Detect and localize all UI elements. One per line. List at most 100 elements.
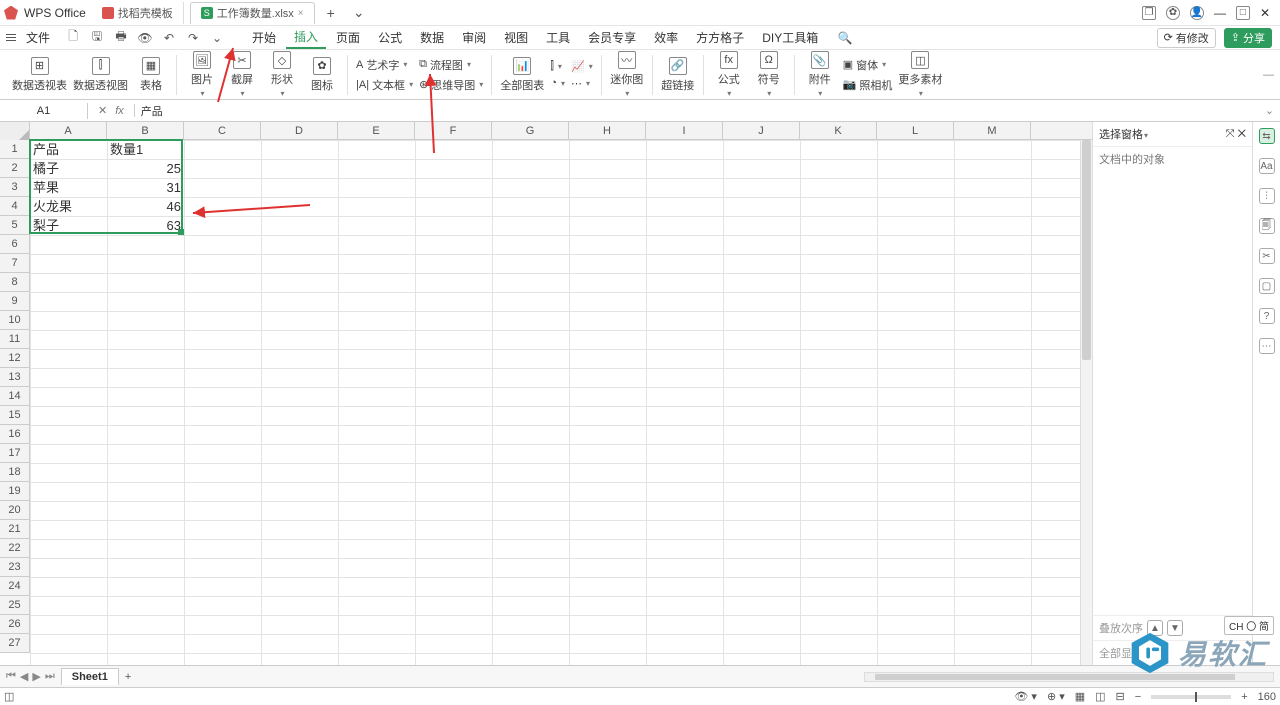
col-I[interactable]: I [646,122,723,139]
pie-chart-icon[interactable]: ◔ [550,77,565,89]
add-tab-button[interactable]: + [321,5,341,21]
object-button[interactable]: ▣ 窗体 [843,57,893,73]
help-icon[interactable]: ? [1259,308,1275,324]
flowchart-button[interactable]: ⧉ 流程图 [419,57,483,73]
row-3[interactable]: 3 [0,178,29,197]
tab-diy[interactable]: DIY工具箱 [754,27,826,48]
prev-sheet-icon[interactable]: ◀ [20,670,28,683]
row-27[interactable]: 27 [0,634,29,653]
row-15[interactable]: 15 [0,406,29,425]
tab-template[interactable]: 找稻壳模板 [92,2,184,24]
last-sheet-icon[interactable]: ⏭ [45,670,55,683]
mindmap-button[interactable]: ⊛ 思维导图 [419,77,483,93]
sparkline-button[interactable]: 〰迷你图 [610,51,644,98]
search-icon[interactable]: 🔍 [838,31,852,45]
name-box[interactable]: A1 [0,103,88,119]
first-sheet-icon[interactable]: ⏮ [6,670,16,683]
print-icon[interactable]: 🖶 [114,31,128,45]
backup-icon[interactable]: 🗐 [1259,218,1275,234]
row-24[interactable]: 24 [0,577,29,596]
file-menu[interactable]: 文件 [22,29,54,46]
panel-close-icon[interactable]: ✕ [1238,128,1246,140]
toggle-pane-icon[interactable]: ⇆ [1259,128,1275,144]
row-6[interactable]: 6 [0,235,29,254]
tab-tools[interactable]: 工具 [538,27,578,48]
tab-insert[interactable]: 插入 [286,26,326,49]
camera-button[interactable]: 📷 照相机 [843,77,893,93]
cell-A3[interactable]: 苹果 [30,178,107,197]
all-charts-button[interactable]: 📊全部图表 [500,57,544,93]
pin-icon[interactable]: ⤧ [1226,128,1235,140]
pivot-chart-button[interactable]: ⫿数据透视图 [73,57,128,93]
row-22[interactable]: 22 [0,539,29,558]
picture-button[interactable]: 🖼图片 [185,51,219,98]
row-18[interactable]: 18 [0,463,29,482]
preview-icon[interactable]: 👁 [138,31,152,45]
bookmark-icon[interactable]: ▢ [1259,278,1275,294]
tab-efficiency[interactable]: 效率 [646,27,686,48]
tab-formula[interactable]: 公式 [370,27,410,48]
theme-icon[interactable]: ⊕ ▾ [1047,690,1065,703]
more-material-button[interactable]: ◫更多素材 [898,51,942,98]
cell-B4[interactable]: 46 [107,197,184,216]
col-M[interactable]: M [954,122,1031,139]
symbol-button[interactable]: Ω符号 [752,51,786,98]
row-19[interactable]: 19 [0,482,29,501]
cell-B5[interactable]: 63 [107,216,184,235]
textbox-button[interactable]: |A| 文本框 [356,77,413,93]
equation-button[interactable]: fx公式 [712,51,746,98]
col-J[interactable]: J [723,122,800,139]
tab-dropdown-icon[interactable]: ⌄ [347,4,371,21]
row-12[interactable]: 12 [0,349,29,368]
modify-badge[interactable]: ⟳ 有修改 [1157,28,1216,48]
tab-fangfang[interactable]: 方方格子 [688,27,752,48]
row-21[interactable]: 21 [0,520,29,539]
cell-A2[interactable]: 橘子 [30,159,107,178]
row-17[interactable]: 17 [0,444,29,463]
row-14[interactable]: 14 [0,387,29,406]
screenshot-button[interactable]: ✂截屏 [225,51,259,98]
spreadsheet[interactable]: A B C D E F G H I J K L M 12345678910111… [0,122,1092,665]
panel-title[interactable]: 选择窗格 [1099,126,1148,142]
row-1[interactable]: 1 [0,140,29,159]
split-view-icon[interactable]: ⊟ [1116,690,1125,703]
row-10[interactable]: 10 [0,311,29,330]
row-20[interactable]: 20 [0,501,29,520]
col-K[interactable]: K [800,122,877,139]
style-icon[interactable]: Aa [1259,158,1275,174]
tab-close-icon[interactable]: × [298,8,304,19]
sheet-tab-1[interactable]: Sheet1 [61,668,119,685]
pivot-table-button[interactable]: ⊞数据透视表 [12,57,67,93]
close-button[interactable]: ✕ [1260,6,1270,20]
row-26[interactable]: 26 [0,615,29,634]
tab-workbook[interactable]: S 工作簿数量.xlsx × [190,2,315,24]
next-sheet-icon[interactable]: ▶ [32,670,40,683]
col-G[interactable]: G [492,122,569,139]
zoom-in-button[interactable]: + [1241,691,1247,703]
cell-B3[interactable]: 31 [107,178,184,197]
col-F[interactable]: F [415,122,492,139]
zoom-value[interactable]: 160 [1258,691,1276,703]
window-multi-icon[interactable]: ❐ [1142,6,1156,20]
zoom-out-button[interactable]: − [1135,691,1141,703]
row-11[interactable]: 11 [0,330,29,349]
vertical-scrollbar[interactable] [1080,140,1092,665]
row-9[interactable]: 9 [0,292,29,311]
row-5[interactable]: 5 [0,216,29,235]
col-B[interactable]: B [107,122,184,139]
row-16[interactable]: 16 [0,425,29,444]
discover-icon[interactable]: ✿ [1166,6,1180,20]
col-H[interactable]: H [569,122,646,139]
filter-icon[interactable]: ⫶ [1259,188,1275,204]
normal-view-icon[interactable]: ▦ [1075,690,1085,703]
row-8[interactable]: 8 [0,273,29,292]
tab-review[interactable]: 审阅 [454,27,494,48]
select-all-corner[interactable] [0,122,30,140]
tab-view[interactable]: 视图 [496,27,536,48]
new-file-icon[interactable]: 🗋 [66,31,80,45]
hamburger-icon[interactable] [4,32,18,43]
formula-input[interactable]: 产品 [135,101,1259,121]
more-icon[interactable]: ⋯ [1259,338,1275,354]
expand-formula-icon[interactable]: ⌄ [1259,104,1280,117]
icons-button[interactable]: ✿图标 [305,57,339,93]
